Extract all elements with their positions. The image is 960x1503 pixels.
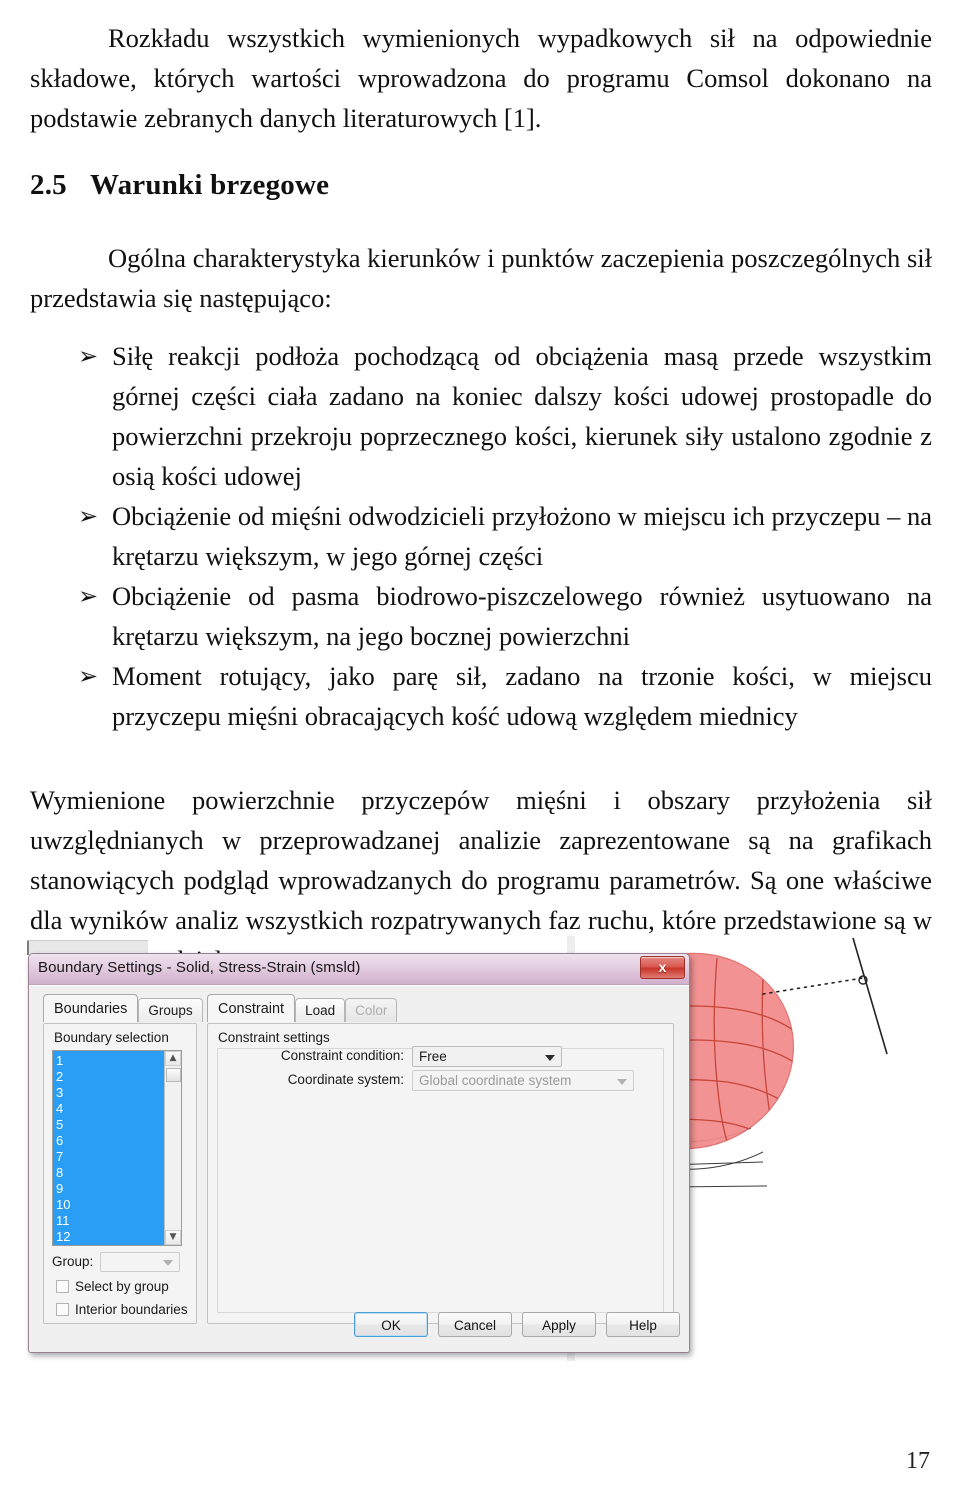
page-number: 17 <box>906 1448 930 1474</box>
figure-comsol-screenshot: Boundary Settings - Solid, Stress-Strain… <box>27 936 933 1366</box>
document-text-column: Rozkładu wszystkich wymienionych wypadko… <box>30 0 932 980</box>
list-item: ➢ Obciążenie od pasma biodrowo-piszczelo… <box>30 576 932 656</box>
left-tabstrip: Boundaries Groups <box>43 994 203 1022</box>
list-item[interactable]: 12 <box>56 1229 164 1245</box>
group-row: Group: <box>52 1252 180 1272</box>
chevron-down-icon <box>545 1054 555 1061</box>
list-item-text: Obciążenie od mięśni odwodzicieli przyło… <box>112 501 932 571</box>
list-item[interactable]: 6 <box>56 1133 164 1149</box>
scroll-down-icon[interactable]: ▼ <box>165 1230 181 1245</box>
arrow-bullet-icon: ➢ <box>78 502 99 530</box>
constraint-condition-label: Constraint condition: <box>280 1048 404 1063</box>
list-item: ➢ Moment rotujący, jako parę sił, zadano… <box>30 656 932 736</box>
list-item[interactable]: 7 <box>56 1149 164 1165</box>
tab-color: Color <box>345 998 398 1022</box>
checkbox-box[interactable] <box>56 1280 69 1293</box>
select-by-group-label: Select by group <box>75 1279 169 1294</box>
constraint-condition-row: Constraint condition: <box>226 1046 404 1066</box>
ok-button[interactable]: OK <box>354 1312 428 1337</box>
chevron-down-icon <box>163 1260 173 1266</box>
list-item[interactable]: 3 <box>56 1085 164 1101</box>
tab-load[interactable]: Load <box>295 998 346 1022</box>
list-item[interactable]: 11 <box>56 1213 164 1229</box>
list-item-text: Siłę reakcji podłoża pochodzącą od obcią… <box>112 341 932 491</box>
help-button[interactable]: Help <box>606 1312 680 1337</box>
list-item[interactable]: 4 <box>56 1101 164 1117</box>
section-heading-number: 2.5 <box>30 169 67 201</box>
boundary-list-scrollbar[interactable]: ▲ ▼ <box>164 1051 181 1245</box>
gap-before-heading <box>30 138 932 166</box>
tab-groups[interactable]: Groups <box>138 998 203 1022</box>
boundaries-panel: Boundary selection 1 2 3 4 5 6 7 8 9 10 … <box>43 1023 197 1324</box>
list-item: ➢ Siłę reakcji podłoża pochodzącą od obc… <box>30 336 932 496</box>
right-tabstrip: Constraint Load Color <box>207 994 398 1022</box>
boundary-selection-label: Boundary selection <box>54 1030 169 1045</box>
coordinate-system-row: Coordinate system: <box>226 1070 404 1090</box>
document-page: Rozkładu wszystkich wymienionych wypadko… <box>0 0 960 1503</box>
list-item-text: Obciążenie od pasma biodrowo-piszczelowe… <box>112 581 932 651</box>
dialog-titlebar[interactable]: Boundary Settings - Solid, Stress-Strain… <box>29 954 689 985</box>
dialog-button-bar: OK Cancel Apply Help <box>29 1296 689 1352</box>
paragraph-intro: Rozkładu wszystkich wymienionych wypadko… <box>30 23 932 133</box>
coordinate-system-label: Coordinate system: <box>287 1072 404 1087</box>
cancel-button[interactable]: Cancel <box>438 1312 512 1337</box>
constraint-settings-label: Constraint settings <box>218 1030 330 1045</box>
gap-before-bullets <box>30 318 932 336</box>
boundary-list[interactable]: 1 2 3 4 5 6 7 8 9 10 11 12 ▲ ▼ <box>52 1050 182 1246</box>
bullet-list: ➢ Siłę reakcji podłoża pochodzącą od obc… <box>30 336 932 736</box>
list-item[interactable]: 1 <box>56 1053 164 1069</box>
list-item: ➢ Obciążenie od mięśni odwodzicieli przy… <box>30 496 932 576</box>
section-heading: 2.5 Warunki brzegowe <box>30 166 932 204</box>
scroll-up-icon[interactable]: ▲ <box>165 1051 181 1066</box>
top-spacer <box>30 0 932 18</box>
section-heading-text: Warunki brzegowe <box>90 169 330 201</box>
list-item[interactable]: 8 <box>56 1165 164 1181</box>
list-item[interactable]: 5 <box>56 1117 164 1133</box>
list-item[interactable]: 9 <box>56 1181 164 1197</box>
arrow-bullet-icon: ➢ <box>78 582 99 610</box>
chevron-down-icon <box>617 1078 627 1085</box>
boundary-settings-dialog[interactable]: Boundary Settings - Solid, Stress-Strain… <box>28 953 690 1353</box>
list-item[interactable]: 2 <box>56 1069 164 1085</box>
constraint-panel: Constraint settings Constraint condition… <box>207 1023 674 1324</box>
select-by-group-checkbox[interactable]: Select by group <box>56 1279 169 1294</box>
constraint-condition-dropdown[interactable]: Free <box>412 1046 562 1067</box>
constraint-condition-value: Free <box>419 1049 447 1064</box>
tab-constraint[interactable]: Constraint <box>207 994 296 1022</box>
dialog-body: Boundaries Groups Constraint Load Color Bou… <box>29 985 689 1352</box>
list-item[interactable]: 10 <box>56 1197 164 1213</box>
tab-boundaries[interactable]: Boundaries <box>43 994 139 1022</box>
scrollbar-thumb[interactable] <box>166 1068 181 1082</box>
coordinate-system-dropdown: Global coordinate system <box>412 1070 634 1091</box>
list-item-text: Moment rotujący, jako parę sił, zadano n… <box>112 661 932 731</box>
gap-before-final-paragraph <box>30 736 932 780</box>
paragraph-general-characteristics: Ogólna charakterystyka kierunków i punkt… <box>30 243 932 313</box>
close-icon[interactable]: x <box>640 956 685 979</box>
group-dropdown[interactable] <box>100 1252 180 1272</box>
boundary-list-items[interactable]: 1 2 3 4 5 6 7 8 9 10 11 12 <box>53 1051 164 1245</box>
arrow-bullet-icon: ➢ <box>78 662 99 690</box>
apply-button[interactable]: Apply <box>522 1312 596 1337</box>
gap-after-heading <box>30 204 932 238</box>
coordinate-system-value: Global coordinate system <box>419 1073 572 1088</box>
group-label: Group: <box>52 1254 94 1269</box>
arrow-bullet-icon: ➢ <box>78 342 99 370</box>
dialog-title: Boundary Settings - Solid, Stress-Strain… <box>38 959 361 976</box>
